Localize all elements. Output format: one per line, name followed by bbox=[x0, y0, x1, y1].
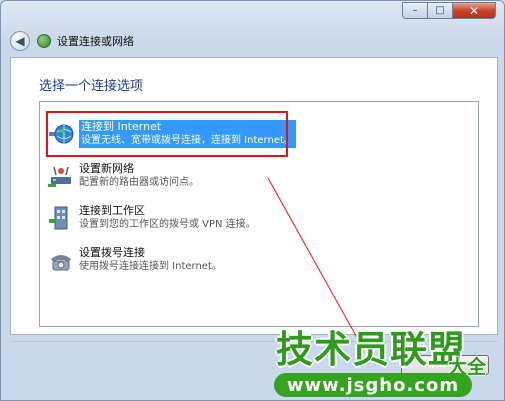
option-description: 使用拨号连接连接到 Internet。 bbox=[79, 261, 222, 272]
option-description: 设置无线、宽带或拨号连接，连接到 Internet。 bbox=[81, 135, 294, 146]
option-title: 设置拨号连接 bbox=[79, 246, 145, 259]
caption-buttons: – □ ✕ bbox=[402, 2, 496, 19]
window-title: 设置连接或网络 bbox=[57, 35, 134, 48]
content-panel: 选择一个连接选项 连接到 Internet 设置无线、宽带或拨号连接，连接到 I… bbox=[10, 57, 498, 335]
title-bar: ◀ 设置连接或网络 bbox=[10, 31, 134, 51]
page-heading: 选择一个连接选项 bbox=[39, 79, 144, 94]
option-description: 设置到您的工作区的拨号或 VPN 连接。 bbox=[79, 219, 256, 230]
router-icon bbox=[48, 166, 71, 187]
close-button[interactable]: ✕ bbox=[453, 2, 496, 19]
option-dialup[interactable]: 设置拨号连接 使用拨号连接连接到 Internet。 bbox=[46, 244, 470, 280]
option-connect-internet[interactable]: 连接到 Internet 设置无线、宽带或拨号连接，连接到 Internet。 bbox=[46, 118, 470, 154]
workplace-icon bbox=[49, 206, 68, 230]
option-workplace[interactable]: 连接到工作区 设置到您的工作区的拨号或 VPN 连接。 bbox=[46, 202, 470, 238]
option-title: 连接到工作区 bbox=[79, 204, 145, 217]
back-button[interactable]: ◀ bbox=[10, 31, 30, 51]
option-title: 设置新网络 bbox=[79, 162, 134, 175]
option-title: 连接到 Internet bbox=[81, 120, 162, 133]
back-arrow-icon: ◀ bbox=[15, 34, 25, 48]
globe-network-icon bbox=[49, 124, 74, 144]
maximize-button[interactable]: □ bbox=[428, 2, 453, 19]
option-description: 配置新的路由器或访问点。 bbox=[79, 177, 199, 188]
footer-divider bbox=[10, 341, 498, 342]
dialup-phone-icon bbox=[51, 255, 71, 271]
option-new-network[interactable]: 设置新网络 配置新的路由器或访问点。 bbox=[46, 160, 470, 196]
connection-options-list[interactable]: 连接到 Internet 设置无线、宽带或拨号连接，连接到 Internet。 … bbox=[39, 101, 479, 327]
next-button[interactable] bbox=[401, 355, 489, 375]
network-wizard-icon bbox=[37, 34, 51, 48]
dialog-window: – □ ✕ ◀ 设置连接或网络 选择一个连接选项 连接到 Internet 设置… bbox=[0, 0, 505, 401]
minimize-button[interactable]: – bbox=[402, 2, 428, 19]
